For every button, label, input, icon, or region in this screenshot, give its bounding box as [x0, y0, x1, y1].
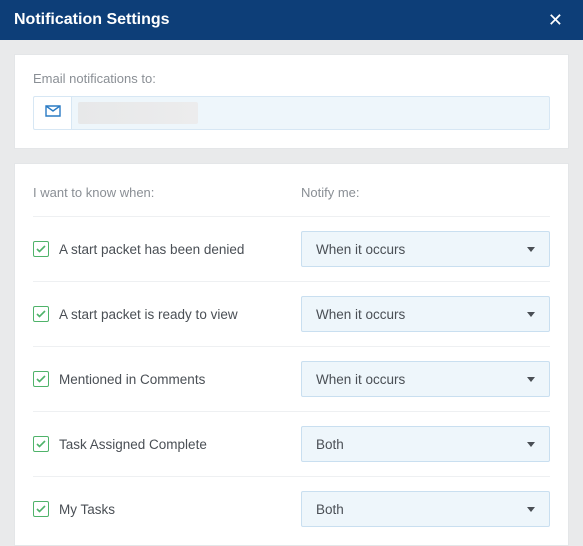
checkbox-task-complete[interactable] [33, 436, 49, 452]
caret-down-icon [527, 312, 535, 317]
check-icon [36, 440, 46, 448]
caret-down-icon [527, 377, 535, 382]
close-icon: ✕ [548, 10, 563, 30]
setting-row: My Tasks Both [33, 476, 550, 527]
dropdown-value: When it occurs [316, 242, 405, 257]
settings-panel: I want to know when: Notify me: A start … [14, 163, 569, 546]
check-icon [36, 310, 46, 318]
setting-row: A start packet has been denied When it o… [33, 216, 550, 281]
notify-dropdown-packet-ready[interactable]: When it occurs [301, 296, 550, 332]
col-header-notify: Notify me: [301, 185, 360, 200]
setting-row: A start packet is ready to view When it … [33, 281, 550, 346]
row-label: A start packet is ready to view [59, 307, 238, 322]
email-row [33, 96, 550, 130]
check-icon [36, 505, 46, 513]
check-icon [36, 375, 46, 383]
notify-dropdown-packet-denied[interactable]: When it occurs [301, 231, 550, 267]
close-button[interactable]: ✕ [542, 6, 569, 35]
setting-row: Task Assigned Complete Both [33, 411, 550, 476]
caret-down-icon [527, 247, 535, 252]
checkbox-packet-ready[interactable] [33, 306, 49, 322]
email-panel: Email notifications to: [14, 54, 569, 149]
checkbox-my-tasks[interactable] [33, 501, 49, 517]
notify-dropdown-my-tasks[interactable]: Both [301, 491, 550, 527]
notify-dropdown-mentioned[interactable]: When it occurs [301, 361, 550, 397]
caret-down-icon [527, 442, 535, 447]
dropdown-value: Both [316, 437, 344, 452]
notify-dropdown-task-complete[interactable]: Both [301, 426, 550, 462]
email-input[interactable] [71, 96, 550, 130]
check-icon [36, 245, 46, 253]
col-header-when: I want to know when: [33, 185, 154, 200]
checkbox-packet-denied[interactable] [33, 241, 49, 257]
notification-settings-modal: Notification Settings ✕ Email notificati… [0, 0, 583, 546]
modal-title: Notification Settings [14, 11, 170, 29]
setting-row: Mentioned in Comments When it occurs [33, 346, 550, 411]
email-icon-box [33, 96, 71, 130]
dropdown-value: When it occurs [316, 372, 405, 387]
titlebar: Notification Settings ✕ [0, 0, 583, 40]
caret-down-icon [527, 507, 535, 512]
email-redacted [78, 102, 198, 124]
email-label: Email notifications to: [33, 71, 550, 86]
checkbox-mentioned[interactable] [33, 371, 49, 387]
row-label: Mentioned in Comments [59, 372, 205, 387]
row-label: A start packet has been denied [59, 242, 244, 257]
row-label: Task Assigned Complete [59, 437, 207, 452]
envelope-icon [45, 104, 61, 122]
dropdown-value: When it occurs [316, 307, 405, 322]
column-headers: I want to know when: Notify me: [33, 174, 550, 216]
